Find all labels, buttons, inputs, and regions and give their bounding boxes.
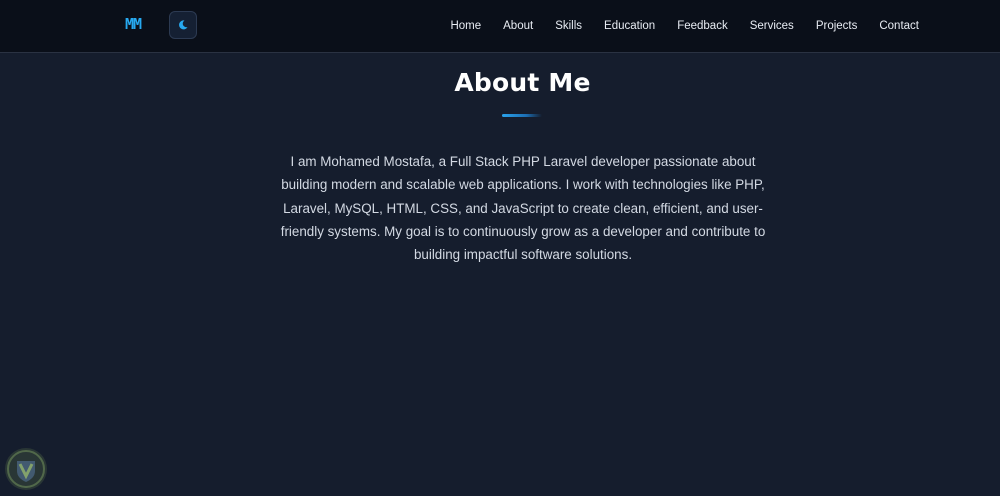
nav-link-services[interactable]: Services bbox=[750, 20, 794, 32]
nav-links: Home About Skills Education Feedback Ser… bbox=[450, 0, 919, 52]
nav-link-skills[interactable]: Skills bbox=[555, 20, 582, 32]
moon-icon bbox=[179, 20, 188, 30]
navbar: MM Home About Skills Education Feedback … bbox=[0, 0, 1000, 53]
nav-link-about[interactable]: About bbox=[503, 20, 533, 32]
section-title: About Me bbox=[454, 68, 591, 97]
about-text: I am Mohamed Mostafa, a Full Stack PHP L… bbox=[280, 154, 766, 263]
nav-link-contact[interactable]: Contact bbox=[879, 20, 919, 32]
nav-link-feedback[interactable]: Feedback bbox=[677, 20, 728, 32]
theme-toggle-button[interactable] bbox=[169, 11, 197, 39]
shield-badge-icon[interactable] bbox=[3, 446, 49, 492]
site-logo[interactable]: MM bbox=[125, 15, 142, 33]
title-underline bbox=[502, 114, 542, 117]
nav-link-education[interactable]: Education bbox=[604, 20, 655, 32]
nav-link-projects[interactable]: Projects bbox=[816, 20, 858, 32]
nav-link-home[interactable]: Home bbox=[450, 20, 481, 32]
